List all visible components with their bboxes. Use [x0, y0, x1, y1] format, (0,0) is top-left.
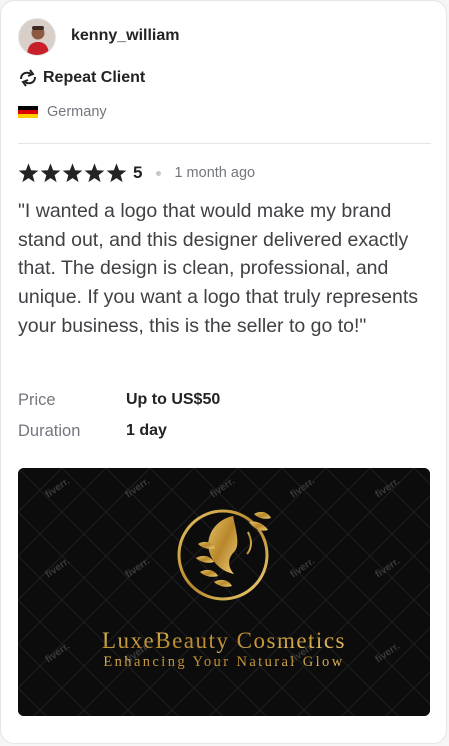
separator-dot: [156, 170, 162, 176]
repeat-client-label: Repeat Client: [43, 69, 146, 86]
duration-value: 1 day: [126, 422, 167, 439]
portfolio-artwork: fiverr. fiverr. fiverr. fiverr. fiverr.fiver…: [18, 468, 430, 716]
review-time: 1 month ago: [174, 165, 256, 181]
brand-tagline: Enhancing Your Natural Glow: [103, 654, 344, 670]
germany-flag-icon: [18, 105, 38, 119]
star-rating: [18, 163, 127, 183]
price-row: Price Up to US$50: [18, 389, 220, 411]
brand-name: LuxeBeauty Cosmetics: [102, 628, 346, 653]
reviewer-avatar[interactable]: [18, 18, 56, 56]
rating-row: 5 1 month ago: [18, 162, 255, 184]
star-icon: [106, 163, 127, 183]
repeat-icon: [20, 69, 36, 87]
review-text: "I wanted a logo that would make my bran…: [18, 200, 418, 337]
avatar-photo-icon: [19, 19, 55, 55]
portfolio-image[interactable]: fiverr. fiverr. fiverr. fiverr. fiverr. fiver…: [18, 468, 430, 716]
duration-row: Duration 1 day: [18, 420, 167, 442]
repeat-client-badge: Repeat Client: [18, 68, 145, 88]
star-icon: [62, 163, 83, 183]
reviewer-username[interactable]: kenny_william: [71, 27, 180, 45]
country-name: Germany: [47, 104, 107, 120]
review-card: kenny_william Repeat Client Germany 5 1 …: [0, 0, 447, 744]
rating-value: 5: [133, 163, 143, 182]
star-icon: [40, 163, 61, 183]
star-icon: [84, 163, 105, 183]
reviewer-country: Germany: [18, 102, 107, 122]
price-label: Price: [18, 390, 56, 409]
duration-label: Duration: [18, 421, 81, 440]
star-icon: [18, 163, 39, 183]
divider: [18, 143, 431, 144]
price-value: Up to US$50: [126, 391, 221, 408]
